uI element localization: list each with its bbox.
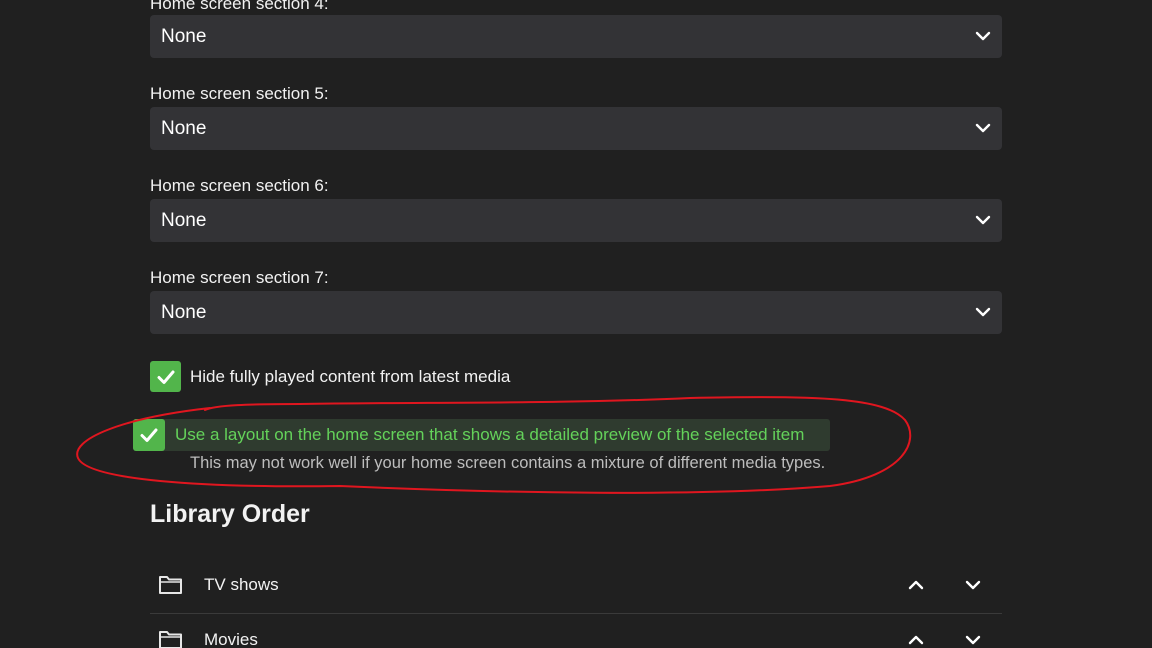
section-4-value: None (161, 25, 207, 47)
folder-icon (159, 631, 182, 648)
folder-icon (159, 576, 182, 594)
library-item-name: TV shows (204, 575, 279, 594)
hide-played-label: Hide fully played content from latest me… (190, 366, 511, 386)
detailed-layout-label: Use a layout on the home screen that sho… (175, 425, 805, 444)
detailed-layout-checkbox[interactable] (133, 419, 165, 451)
checkmark-icon (140, 428, 158, 442)
section-4-select[interactable]: None (150, 15, 1002, 58)
move-up-icon[interactable] (907, 631, 925, 648)
settings-page: Home screen section 4: None Home screen … (0, 0, 1152, 648)
chevron-down-icon (975, 307, 991, 317)
section-5-label: Home screen section 5: (150, 84, 329, 103)
chevron-down-icon (975, 215, 991, 225)
detailed-layout-helper: This may not work well if your home scre… (190, 454, 826, 472)
library-item-tv-shows: TV shows (150, 557, 1002, 613)
section-5-value: None (161, 117, 207, 139)
section-6-value: None (161, 209, 207, 231)
move-down-icon[interactable] (964, 631, 982, 648)
section-7-select[interactable]: None (150, 291, 1002, 334)
section-5-select[interactable]: None (150, 107, 1002, 150)
library-order-title: Library Order (150, 500, 310, 528)
section-7-value: None (161, 301, 207, 323)
chevron-down-icon (975, 123, 991, 133)
section-4-label: Home screen section 4: (150, 0, 329, 13)
section-7-label: Home screen section 7: (150, 268, 329, 287)
checkmark-icon (157, 370, 174, 384)
hide-played-checkbox[interactable] (150, 361, 181, 392)
detailed-layout-option[interactable]: Use a layout on the home screen that sho… (133, 419, 804, 451)
library-item-name: Movies (204, 630, 258, 648)
hide-played-option[interactable]: Hide fully played content from latest me… (150, 361, 510, 392)
chevron-down-icon (975, 31, 991, 41)
move-down-icon[interactable] (964, 576, 982, 594)
section-6-select[interactable]: None (150, 199, 1002, 242)
section-6-label: Home screen section 6: (150, 176, 329, 195)
library-item-movies: Movies (150, 612, 1002, 648)
move-up-icon[interactable] (907, 576, 925, 594)
